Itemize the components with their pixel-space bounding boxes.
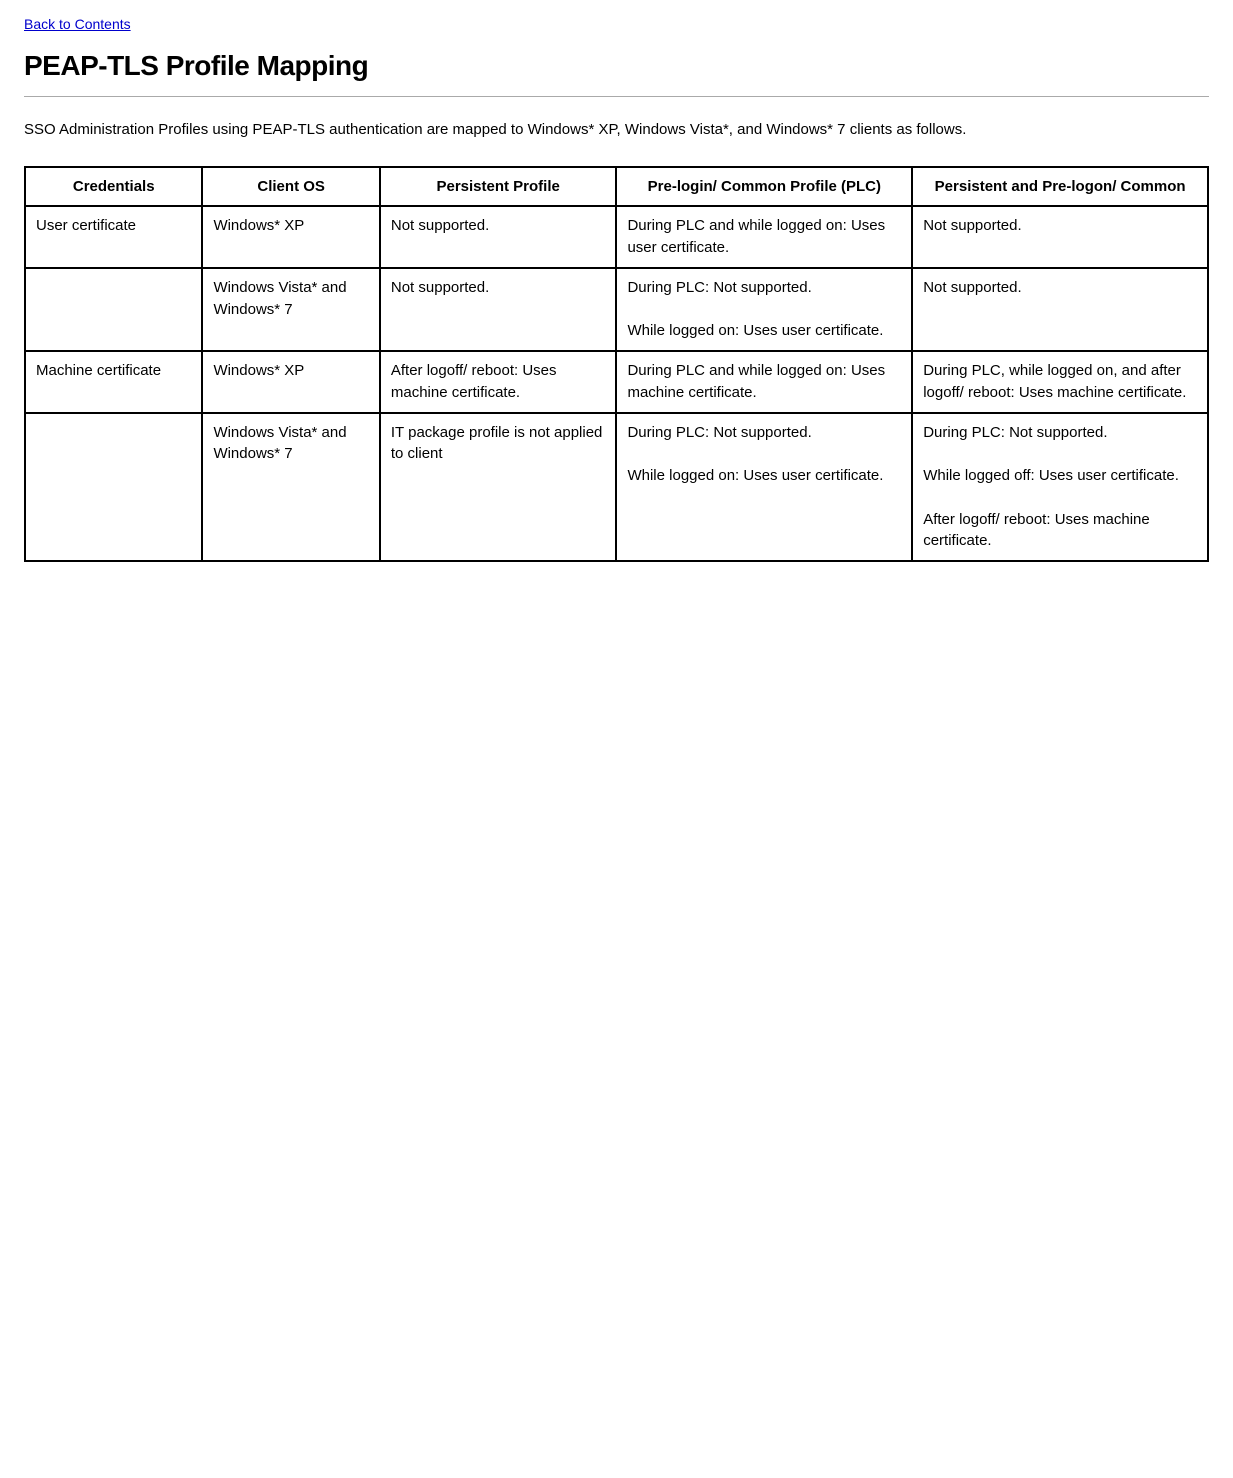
cell-credentials	[25, 268, 202, 351]
cell-pre-login: During PLC: Not supported.While logged o…	[616, 268, 912, 351]
back-to-contents-link[interactable]: Back to Contents	[24, 16, 131, 32]
table-row: User certificateWindows* XPNot supported…	[25, 206, 1208, 268]
cell-client-os: Windows* XP	[202, 351, 379, 413]
header-persistent-pre: Persistent and Pre-logon/ Common	[912, 167, 1208, 207]
cell-persistent-profile: IT package profile is not applied to cli…	[380, 413, 617, 562]
cell-client-os: Windows Vista* and Windows* 7	[202, 413, 379, 562]
cell-persistent-pre-logon: During PLC, while logged on, and after l…	[912, 351, 1208, 413]
table-header-row: Credentials Client OS Persistent Profile…	[25, 167, 1208, 207]
cell-credentials: Machine certificate	[25, 351, 202, 413]
table-row: Machine certificateWindows* XPAfter logo…	[25, 351, 1208, 413]
cell-credentials: User certificate	[25, 206, 202, 268]
cell-client-os: Windows* XP	[202, 206, 379, 268]
table-row: Windows Vista* and Windows* 7Not support…	[25, 268, 1208, 351]
table-row: Windows Vista* and Windows* 7IT package …	[25, 413, 1208, 562]
cell-persistent-pre-logon: Not supported.	[912, 206, 1208, 268]
cell-pre-login: During PLC: Not supported.While logged o…	[616, 413, 912, 562]
cell-persistent-profile: Not supported.	[380, 206, 617, 268]
cell-client-os: Windows Vista* and Windows* 7	[202, 268, 379, 351]
header-client-os: Client OS	[202, 167, 379, 207]
cell-credentials	[25, 413, 202, 562]
page-title: PEAP-TLS Profile Mapping	[24, 50, 1209, 82]
cell-pre-login: During PLC and while logged on: Uses mac…	[616, 351, 912, 413]
intro-text: SSO Administration Profiles using PEAP-T…	[24, 119, 1209, 142]
cell-persistent-profile: Not supported.	[380, 268, 617, 351]
cell-persistent-profile: After logoff/ reboot: Uses machine certi…	[380, 351, 617, 413]
header-pre-login: Pre-login/ Common Profile (PLC)	[616, 167, 912, 207]
header-persistent-profile: Persistent Profile	[380, 167, 617, 207]
cell-persistent-pre-logon: During PLC: Not supported.While logged o…	[912, 413, 1208, 562]
header-credentials: Credentials	[25, 167, 202, 207]
divider	[24, 96, 1209, 97]
cell-pre-login: During PLC and while logged on: Uses use…	[616, 206, 912, 268]
cell-persistent-pre-logon: Not supported.	[912, 268, 1208, 351]
mapping-table: Credentials Client OS Persistent Profile…	[24, 166, 1209, 563]
